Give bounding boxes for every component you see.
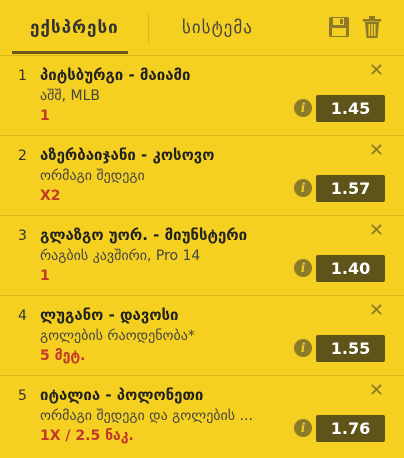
bet-league: ორმაგი შედეგი — [40, 168, 145, 184]
bet-pick: 1 — [40, 268, 50, 284]
bet-number: 3 — [18, 228, 27, 244]
bet-row: 2 აზერბაიჯანი - კოსოვო ორმაგი შედეგი X2 … — [0, 135, 404, 215]
bet-league: რაგბის კავშირი, Pro 14 — [40, 248, 201, 264]
tab-express[interactable]: ექსპრესი — [30, 18, 119, 38]
close-icon[interactable]: ✕ — [369, 62, 384, 80]
betslip-panel: ექსპრესი სისტემა 1 პიტსბურგი - მაიამი აშ… — [0, 0, 404, 458]
active-tab-underline — [12, 51, 128, 54]
trash-icon[interactable] — [361, 15, 383, 39]
bet-number: 1 — [18, 68, 27, 84]
tab-system[interactable]: სისტემა — [182, 18, 253, 38]
close-icon[interactable]: ✕ — [369, 382, 384, 400]
bet-match: პიტსბურგი - მაიამი — [40, 66, 191, 84]
bet-pick: 1 — [40, 108, 50, 124]
close-icon[interactable]: ✕ — [369, 142, 384, 160]
bet-row: 4 ლუგანო - დავოსი გოლების რაოდენობა* 5 მ… — [0, 295, 404, 375]
bet-league: გოლების რაოდენობა* — [40, 328, 195, 344]
bet-league: ორმაგი შედეგი და გოლების ... — [40, 408, 253, 424]
info-icon[interactable]: i — [294, 419, 312, 437]
odds-value[interactable]: 1.45 — [316, 95, 385, 122]
bet-row: 1 პიტსბურგი - მაიამი აშშ, MLB 1 ✕ i 1.45 — [0, 55, 404, 135]
info-icon[interactable]: i — [294, 339, 312, 357]
bet-match: აზერბაიჯანი - კოსოვო — [40, 146, 215, 164]
odds-value[interactable]: 1.55 — [316, 335, 385, 362]
odds-value[interactable]: 1.57 — [316, 175, 385, 202]
bet-number: 4 — [18, 308, 27, 324]
tab-divider — [148, 14, 149, 44]
bet-row: 5 იტალია - პოლონეთი ორმაგი შედეგი და გოლ… — [0, 375, 404, 455]
odds-value[interactable]: 1.40 — [316, 255, 385, 282]
odds-value[interactable]: 1.76 — [316, 415, 385, 442]
bet-league: აშშ, MLB — [40, 88, 100, 104]
bet-pick: 5 მეტ. — [40, 348, 86, 364]
bet-number: 2 — [18, 148, 27, 164]
bet-pick: 1X / 2.5 ნაკ. — [40, 428, 134, 444]
bet-number: 5 — [18, 388, 27, 404]
bet-match: ლუგანო - დავოსი — [40, 306, 179, 324]
bet-match: იტალია - პოლონეთი — [40, 386, 204, 404]
info-icon[interactable]: i — [294, 99, 312, 117]
betslip-tabs: ექსპრესი სისტემა — [0, 0, 404, 56]
close-icon[interactable]: ✕ — [369, 222, 384, 240]
info-icon[interactable]: i — [294, 259, 312, 277]
floppy-disk-icon[interactable] — [328, 15, 350, 39]
bet-pick: X2 — [40, 188, 61, 204]
bet-match: გლაზგო უორ. - მიუნსტერი — [40, 226, 248, 244]
bet-row: 3 გლაზგო უორ. - მიუნსტერი რაგბის კავშირი… — [0, 215, 404, 295]
close-icon[interactable]: ✕ — [369, 302, 384, 320]
info-icon[interactable]: i — [294, 179, 312, 197]
